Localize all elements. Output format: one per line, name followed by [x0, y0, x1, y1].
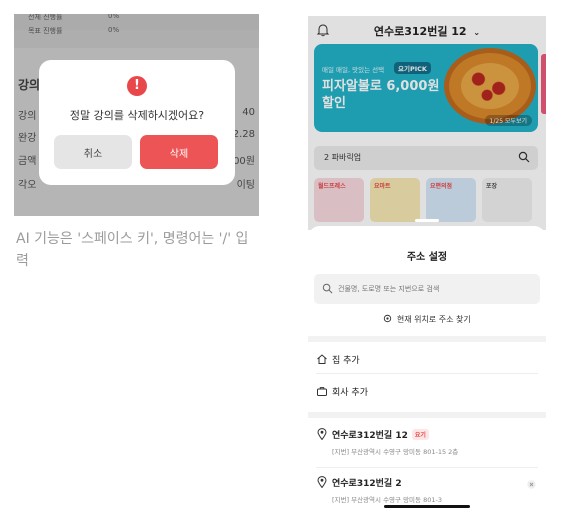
home-icon [317, 354, 327, 364]
section-divider [308, 412, 546, 418]
crosshair-icon [384, 314, 392, 323]
delete-button[interactable]: 삭제 [140, 135, 218, 169]
lecture-screen: 전체 진행률 0% 목표 진행률 0% 강의 강의 40 완강 2.28 금액 … [14, 14, 259, 216]
briefcase-icon [317, 387, 327, 396]
address-title: 연수로312번길 12 요기 [332, 428, 429, 441]
address-search-input[interactable] [314, 274, 540, 304]
exclamation-icon: ! [127, 76, 147, 96]
add-work-button[interactable]: 회사 추가 [308, 376, 546, 406]
add-work-label: 회사 추가 [332, 388, 368, 398]
sheet-overlay[interactable] [308, 16, 546, 230]
delivery-app-screen: 연수로312번길 12 ⌄ 매일 매일, 맛있는 선택 요기PICK 피자알볼로… [308, 16, 546, 512]
section-divider [308, 336, 546, 342]
address-title-text: 연수로312번길 2 [332, 479, 402, 489]
editor-placeholder-caption: AI 기능은 '스페이스 키', 명령어는 '/' 입력 [16, 231, 249, 269]
add-home-button[interactable]: 집 추가 [308, 344, 546, 374]
add-home-label: 집 추가 [332, 356, 360, 366]
delete-confirm-dialog: ! 정말 강의를 삭제하시겠어요? 취소 삭제 [39, 60, 235, 185]
dialog-message: 정말 강의를 삭제하시겠어요? [69, 109, 205, 122]
address-bottom-sheet: 주소 설정 현재 위치로 주소 찾기 집 추가 회사 [308, 219, 546, 512]
sheet-title: 주소 설정 [406, 252, 448, 263]
current-location-label: 현재 위치로 주소 찾기 [396, 315, 471, 324]
cancel-button[interactable]: 취소 [54, 135, 132, 169]
close-icon[interactable] [527, 480, 536, 489]
row-divider [316, 467, 538, 468]
current-location-button[interactable]: 현재 위치로 주소 찾기 [308, 314, 546, 325]
location-pin-icon [317, 428, 327, 440]
address-detail: [지번] 부산광역시 수영구 망미동 801-3 [332, 496, 442, 504]
row-divider [316, 373, 538, 374]
current-address-badge: 요기 [411, 429, 429, 440]
search-icon [322, 283, 333, 294]
home-indicator [384, 505, 470, 508]
address-detail: [지번] 부산광역시 수영구 망미동 801-15 2층 [332, 448, 459, 456]
sheet-drag-handle[interactable] [415, 219, 439, 222]
address-title-text: 연수로312번길 12 [332, 431, 408, 441]
saved-address-item[interactable]: 연수로312번길 12 요기 [지번] 부산광역시 수영구 망미동 801-15 … [308, 422, 546, 468]
location-pin-icon [317, 476, 327, 488]
